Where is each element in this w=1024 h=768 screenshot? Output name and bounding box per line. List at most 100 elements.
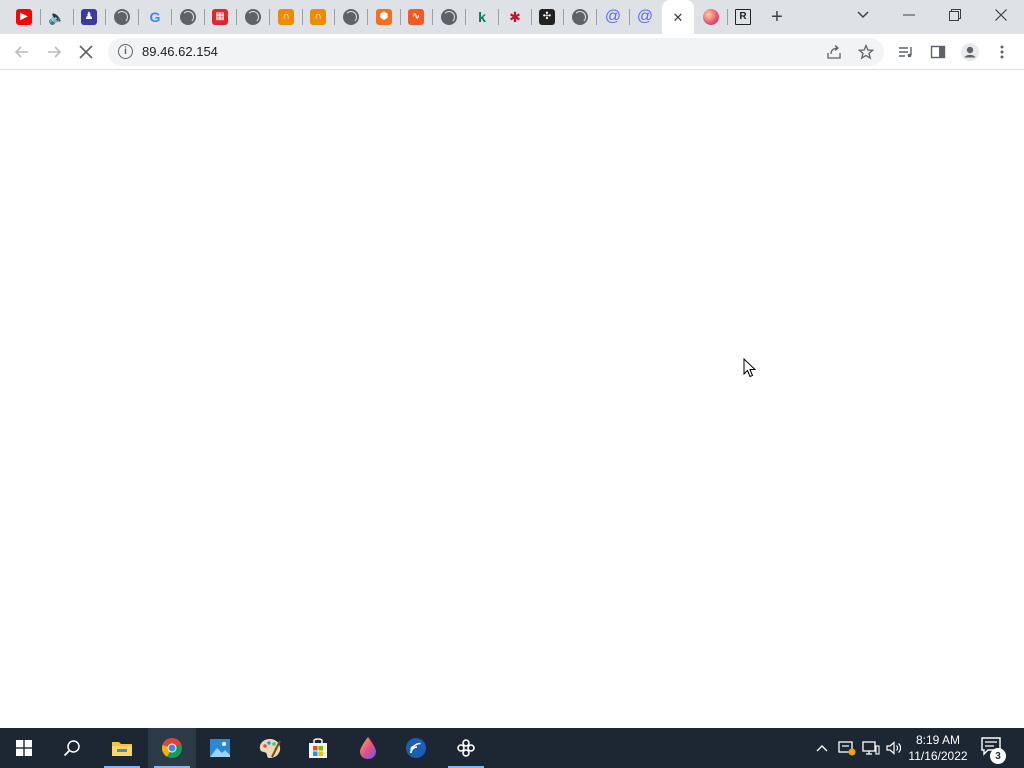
network-icon [862, 741, 880, 755]
taskbar-remote-app[interactable] [392, 728, 440, 768]
browser-tab[interactable]: k [466, 1, 498, 33]
tab-active[interactable]: ✕ [662, 0, 694, 34]
taskbar-knot-app[interactable] [442, 728, 490, 768]
taskbar-file-explorer[interactable] [98, 728, 146, 768]
taskbar-paint3d[interactable] [344, 728, 392, 768]
google-icon: G [149, 9, 161, 25]
clock-date: 11/16/2022 [908, 749, 968, 763]
globe-icon [441, 9, 457, 25]
orange-lock-icon: ∩ [278, 9, 294, 25]
stop-loading-button[interactable] [72, 38, 100, 66]
address-bar[interactable]: i 89.46.62.154 [108, 38, 884, 66]
taskbar-paint[interactable] [246, 728, 294, 768]
browser-tab[interactable]: ▦ [204, 1, 236, 33]
windows-logo-icon [16, 740, 32, 756]
clock-time: 8:19 AM [915, 733, 961, 747]
new-tab-button[interactable]: + [765, 6, 789, 28]
notification-count-badge: 3 [990, 748, 1006, 764]
globe-icon [180, 9, 196, 25]
tray-network-button[interactable] [860, 728, 882, 768]
browser-tab[interactable] [172, 1, 204, 33]
side-panel-icon [930, 45, 946, 59]
orange-lock-icon: ∩ [310, 9, 326, 25]
arrow-left-icon [14, 46, 28, 58]
browser-tab[interactable]: ∿ [400, 1, 432, 33]
chevron-up-icon [816, 745, 828, 752]
taskbar-chrome[interactable] [148, 728, 196, 768]
at-sign-icon: @ [636, 8, 654, 25]
globe-icon [572, 9, 588, 25]
media-control-button[interactable] [892, 38, 920, 66]
taskbar-clock[interactable]: 8:19 AM 11/16/2022 [902, 732, 974, 764]
close-window-button[interactable] [978, 0, 1024, 30]
tray-security-button[interactable] [836, 728, 858, 768]
folder-icon [112, 742, 132, 756]
tab-strip: ▶ 🔈 ♟ G ▦ ∩ ∩ ⬢ ∿ k ✱ ✣ @ @ ✕ R + [0, 0, 1024, 34]
knot-icon [457, 739, 475, 757]
search-icon [63, 740, 80, 757]
browser-tab[interactable] [106, 1, 138, 33]
page-content[interactable] [0, 71, 1024, 728]
restore-icon [949, 9, 961, 21]
profile-picture-icon: ♟ [81, 9, 97, 25]
browser-tab[interactable] [335, 1, 367, 33]
minimize-button[interactable] [886, 0, 932, 30]
browser-toolbar: i 89.46.62.154 [0, 34, 1024, 70]
orange-cube-icon: ⬢ [376, 9, 392, 25]
chrome-menu-button[interactable] [988, 38, 1016, 66]
browser-tab[interactable]: G [139, 1, 171, 33]
share-icon[interactable] [824, 42, 844, 62]
tab-search-button[interactable] [840, 0, 886, 30]
restore-button[interactable] [932, 0, 978, 30]
site-info-icon[interactable]: i [118, 44, 133, 59]
bookmark-star-icon[interactable] [856, 42, 876, 62]
youtube-icon: ▶ [16, 9, 32, 25]
profile-button[interactable] [956, 38, 984, 66]
browser-tab[interactable]: ✱ [499, 1, 531, 33]
r-logo-icon: R [735, 9, 751, 25]
browser-tab[interactable] [433, 1, 465, 33]
browser-tab[interactable] [564, 1, 596, 33]
orange-wave-icon: ∿ [408, 9, 424, 25]
browser-tab[interactable]: @ [597, 1, 629, 33]
k-logo-icon: k [478, 9, 486, 25]
globe-icon [114, 9, 130, 25]
mouse-pointer-icon [743, 358, 757, 378]
stop-icon [79, 45, 93, 59]
store-bag-icon [309, 738, 327, 758]
search-button[interactable] [48, 728, 96, 768]
globe-icon [245, 9, 261, 25]
browser-tab[interactable] [695, 1, 727, 33]
browser-tab[interactable]: ∩ [302, 1, 334, 33]
browser-tab[interactable] [237, 1, 269, 33]
chevron-down-icon [857, 11, 869, 19]
browser-tab[interactable]: ∩ [270, 1, 302, 33]
photos-icon [210, 739, 230, 757]
browser-tab[interactable]: ♟ [73, 1, 105, 33]
taskbar-photos[interactable] [196, 728, 244, 768]
arrow-right-icon [48, 46, 62, 58]
browser-tab[interactable]: R [727, 1, 759, 33]
forward-button[interactable] [40, 38, 68, 66]
media-queue-icon [899, 47, 912, 58]
browser-tab[interactable]: 🔈 [41, 1, 73, 33]
globe-icon [343, 9, 359, 25]
taskbar-store[interactable] [294, 728, 342, 768]
browser-tab[interactable]: @ [629, 1, 661, 33]
address-url[interactable]: 89.46.62.154 [142, 44, 218, 59]
dark-knot-icon: ✣ [539, 9, 555, 25]
tray-volume-button[interactable] [884, 728, 904, 768]
audio-playing-icon: 🔈 [48, 9, 66, 25]
browser-tab[interactable]: ▶ [8, 1, 40, 33]
browser-tab[interactable]: ✣ [531, 1, 563, 33]
back-button[interactable] [8, 38, 36, 66]
tray-overflow-button[interactable] [812, 728, 832, 768]
close-icon [995, 9, 1007, 21]
start-button[interactable] [0, 728, 48, 768]
signal-waves-icon [406, 738, 426, 758]
star-burst-icon: ✱ [509, 9, 521, 25]
gradient-orb-icon [703, 9, 719, 25]
browser-tab[interactable]: ⬢ [368, 1, 400, 33]
side-panel-button[interactable] [924, 38, 952, 66]
close-icon[interactable]: ✕ [670, 9, 686, 25]
